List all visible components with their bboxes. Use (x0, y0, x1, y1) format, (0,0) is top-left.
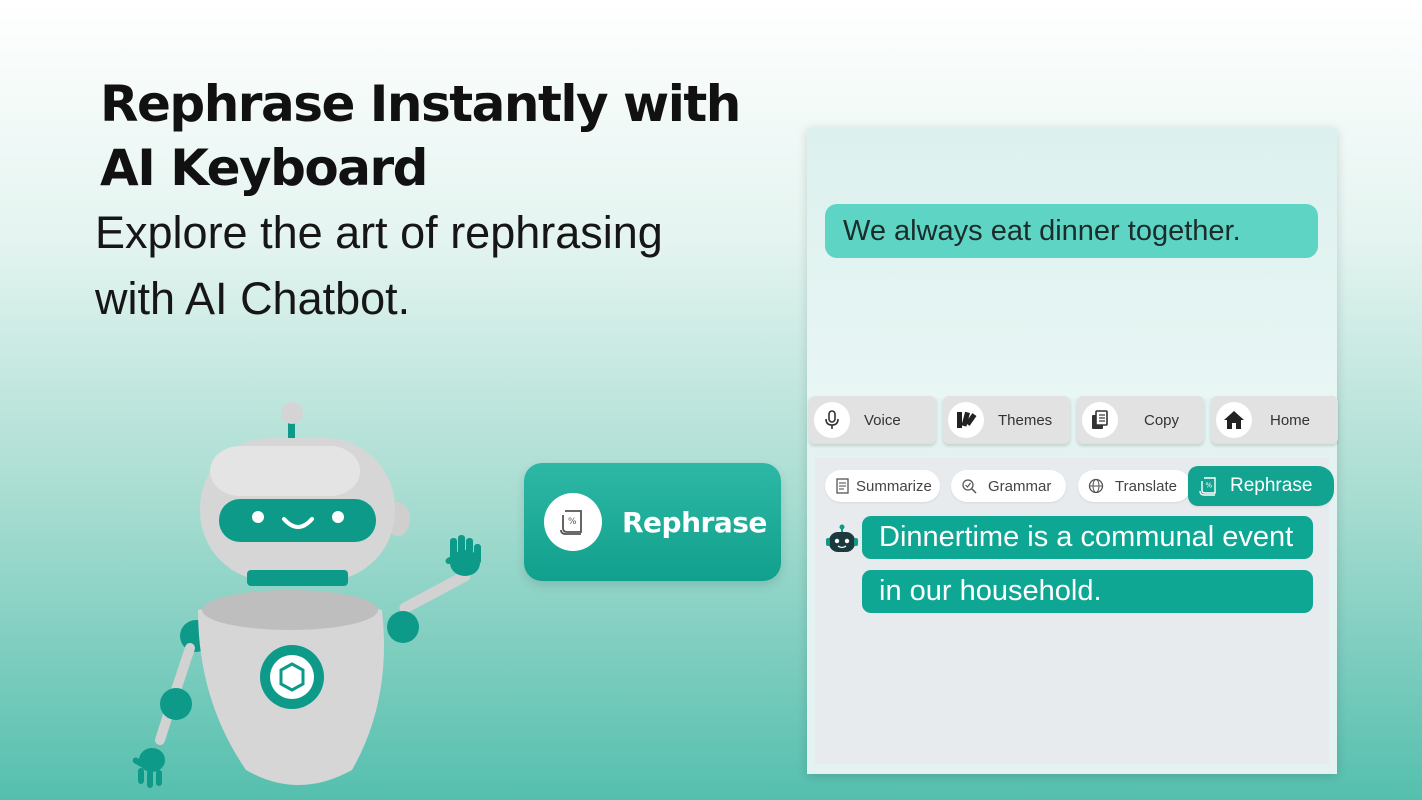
translate-icon (1088, 477, 1106, 495)
rephrased-reply-line-1: Dinnertime is a communal event (862, 516, 1313, 559)
subheadline: Explore the art of rephrasing with AI Ch… (95, 200, 663, 332)
summarize-chip[interactable]: Summarize (825, 470, 940, 502)
summarize-icon (835, 477, 853, 495)
themes-label: Themes (998, 411, 1053, 429)
copy-label: Copy (1144, 411, 1180, 429)
subheadline-line-1: Explore the art of rephrasing (95, 207, 663, 258)
chatbot-avatar-icon (826, 524, 858, 552)
phone-mockup: We always eat dinner together. Voice The… (807, 128, 1338, 774)
grammar-icon (961, 477, 979, 495)
translate-chip[interactable]: Translate (1078, 470, 1191, 502)
keyboard-toolbar: Voice Themes Copy Home (807, 396, 1338, 448)
robot-mascot-illustration (132, 402, 481, 788)
copy-button[interactable]: Copy (1077, 396, 1204, 444)
chat-area: We always eat dinner together. (807, 128, 1337, 398)
rephrase-feature-button[interactable]: % Rephrase (524, 463, 781, 581)
translate-label: Translate (1115, 477, 1177, 495)
headline-line-2: AI Keyboard (100, 139, 428, 197)
grammar-label: Grammar (988, 477, 1052, 495)
ai-response-panel: Summarize Grammar Translate % Rephrase D… (815, 458, 1334, 764)
rephrase-chip-label: Rephrase (1230, 475, 1313, 496)
rephrase-scroll-icon: % (544, 493, 602, 551)
palette-icon (948, 402, 984, 438)
voice-label: Voice (864, 411, 901, 429)
svg-text:%: % (568, 517, 577, 527)
input-text-bubble[interactable]: We always eat dinner together. (825, 204, 1318, 258)
home-icon (1216, 402, 1252, 438)
home-button[interactable]: Home (1211, 396, 1338, 444)
grammar-chip[interactable]: Grammar (951, 470, 1066, 502)
themes-button[interactable]: Themes (943, 396, 1070, 444)
svg-text:%: % (1206, 482, 1213, 490)
subheadline-line-2: with AI Chatbot. (95, 273, 411, 324)
headline-line-1: Rephrase Instantly with (100, 75, 741, 133)
rephrase-chip[interactable]: % Rephrase (1188, 466, 1334, 506)
rephrase-scroll-icon: % (1198, 475, 1220, 497)
summarize-label: Summarize (856, 477, 932, 495)
headline: Rephrase Instantly with AI Keyboard (100, 72, 741, 200)
rephrase-feature-label: Rephrase (622, 505, 767, 539)
rephrased-reply-line-2: in our household. (862, 570, 1313, 613)
copy-icon (1082, 402, 1118, 438)
microphone-icon (814, 402, 850, 438)
home-label: Home (1270, 411, 1311, 429)
voice-button[interactable]: Voice (809, 396, 936, 444)
